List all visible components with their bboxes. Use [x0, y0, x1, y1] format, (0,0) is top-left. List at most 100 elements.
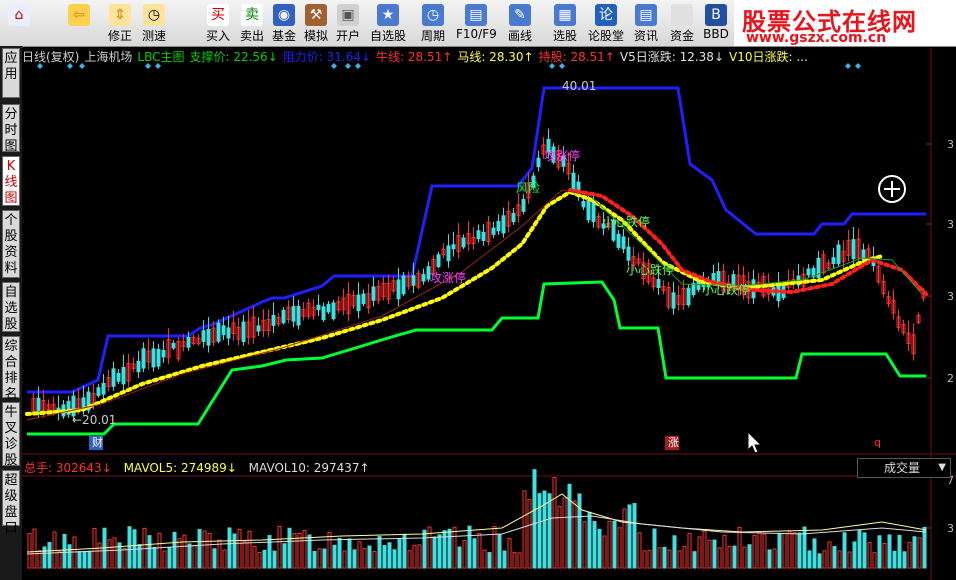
indicator-select-value: 成交量 [884, 461, 921, 475]
side-tab-7[interactable]: 超级盘口 [2, 470, 20, 536]
volume-bar [232, 533, 237, 569]
chevron-down-icon: ▼ [938, 462, 946, 473]
candle-body [271, 314, 276, 326]
side-tab-0[interactable]: 应用 [2, 48, 20, 98]
axis-label: 3 [947, 522, 954, 535]
home-icon: ⌂ [8, 4, 30, 26]
toolbar-button-1[interactable]: ⇦ [64, 2, 94, 44]
volume-mavol10: MAVOL10: 297437↑ [248, 461, 370, 475]
side-tab-2[interactable]: K线图 [2, 156, 20, 206]
volume-bar [532, 469, 537, 569]
candle-body [581, 200, 586, 208]
chart-annotation: 小心跌停 [702, 282, 750, 297]
candle-body [241, 321, 246, 342]
toolbar-button-2[interactable]: ⇕ 修正 [104, 2, 136, 44]
volume-bar [712, 539, 717, 569]
toolbar-button-8[interactable]: ▣ 开户 [332, 2, 364, 44]
volume-bar [312, 550, 317, 569]
chart-marker: q [874, 436, 881, 449]
brand-url: www.gszx.com.cn [746, 30, 887, 46]
kline-chart[interactable]: 333273风险攻涨停攻涨停小心跌停小心跌停小心跌停40.01←20.01财涨 q [22, 48, 956, 580]
candle-body [501, 215, 506, 234]
volume-bar [542, 490, 547, 569]
side-tab-5[interactable]: 综合排名 [2, 336, 20, 402]
volume-bar [747, 544, 752, 569]
toolbar-button-5[interactable]: 卖卖出 [236, 2, 268, 44]
candle-body [396, 279, 401, 300]
volume-bar [652, 528, 657, 569]
info-item-0: 日线(复权) [22, 50, 80, 64]
toolbar-button-label: BBD [703, 27, 729, 41]
volume-info-bar: 总手: 302643↓ MAVOL5: 274989↓ MAVOL10: 297… [24, 459, 378, 476]
side-tab-4[interactable]: 自选股 [2, 282, 20, 332]
volume-bar [892, 550, 897, 569]
toolbar-button-9[interactable]: ★ 自选股 [366, 2, 410, 44]
info-item-7: 持股: 28.51↑ [538, 50, 615, 64]
volume-bar [402, 533, 407, 569]
bbd-icon: B [705, 4, 727, 26]
volume-bar [497, 533, 502, 569]
toolbar-button-13[interactable]: ▦ 选股 [546, 2, 584, 44]
volume-bar [382, 545, 387, 569]
candle-body [161, 349, 166, 358]
toolbar-button-3[interactable]: ◷ 测速 [138, 2, 170, 44]
side-tab-3[interactable]: 个股资料 [2, 210, 20, 278]
toolbar-button-10[interactable]: ◷ 周期 [414, 2, 452, 44]
f10-icon: ▤ [465, 4, 487, 26]
volume-bar [632, 503, 637, 569]
candle-body [361, 293, 366, 305]
toolbar-button-17[interactable]: B BBD [700, 2, 732, 44]
toolbar-button-11[interactable]: ▤ F10/F9 [456, 2, 497, 44]
volume-bar [262, 549, 267, 569]
chart-annotation: 风险 [516, 180, 540, 195]
volume-bar [147, 535, 152, 569]
toolbar-button-0[interactable]: ⌂ [2, 2, 36, 44]
volume-bar [227, 527, 232, 569]
toolbar-button-14[interactable]: 论论股堂 [588, 2, 624, 44]
candle-body [326, 303, 331, 313]
toolbar-button-label: 卖出 [239, 29, 264, 43]
volume-bar [62, 533, 67, 569]
toolbar-button-12[interactable]: ✎ 画线 [500, 2, 540, 44]
volume-bar [307, 534, 312, 569]
side-tab-1[interactable]: 分时图 [2, 104, 20, 154]
side-tab-6[interactable]: 牛叉诊股 [2, 402, 20, 468]
volume-bar [377, 536, 382, 569]
volume-bar [352, 549, 357, 569]
volume-bar [197, 528, 202, 569]
toolbar-button-label: F10/F9 [456, 27, 497, 41]
volume-bar [807, 550, 812, 569]
toolbar-button-15[interactable]: ▤ 资讯 [630, 2, 662, 44]
volume-bar [137, 544, 142, 569]
axis-label: 3 [947, 218, 954, 231]
volume-bar [732, 545, 737, 569]
candle-body [621, 236, 626, 250]
toolbar-button-6[interactable]: ◉ 基金 [268, 2, 300, 44]
volume-bar [627, 504, 632, 569]
candle-body [586, 199, 591, 221]
chart-marker: 财 [92, 435, 103, 449]
info-item-4: 阻力价: 31.64↓ [282, 50, 372, 64]
volume-bar [672, 535, 677, 569]
volume-bar [77, 551, 82, 569]
candle-body [141, 348, 146, 369]
volume-bar [432, 536, 437, 569]
chart-marker: 涨 [668, 436, 679, 449]
volume-bar [332, 544, 337, 569]
lock-icon: ▣ [337, 4, 359, 26]
volume-bar [437, 534, 442, 569]
candle-body [591, 201, 596, 223]
toolbar-button-7[interactable]: ⚒ 模拟 [300, 2, 332, 44]
volume-mavol5: MAVOL5: 274989↓ [123, 461, 237, 475]
candle-body [226, 327, 231, 339]
indicator-select[interactable]: 成交量 ▼ [857, 458, 951, 478]
volume-total: 总手: 302643↓ [24, 461, 112, 475]
toolbar-button-16[interactable]: 资金 [666, 2, 698, 44]
volume-bar [777, 532, 782, 569]
volume-bar [287, 527, 292, 569]
candle-body [461, 237, 466, 248]
volume-bar [347, 538, 352, 569]
toolbar-button-4[interactable]: 买买入 [202, 2, 234, 44]
toolbar-button-label: 论股堂 [588, 29, 625, 43]
pencil-icon: ✎ [509, 4, 531, 26]
